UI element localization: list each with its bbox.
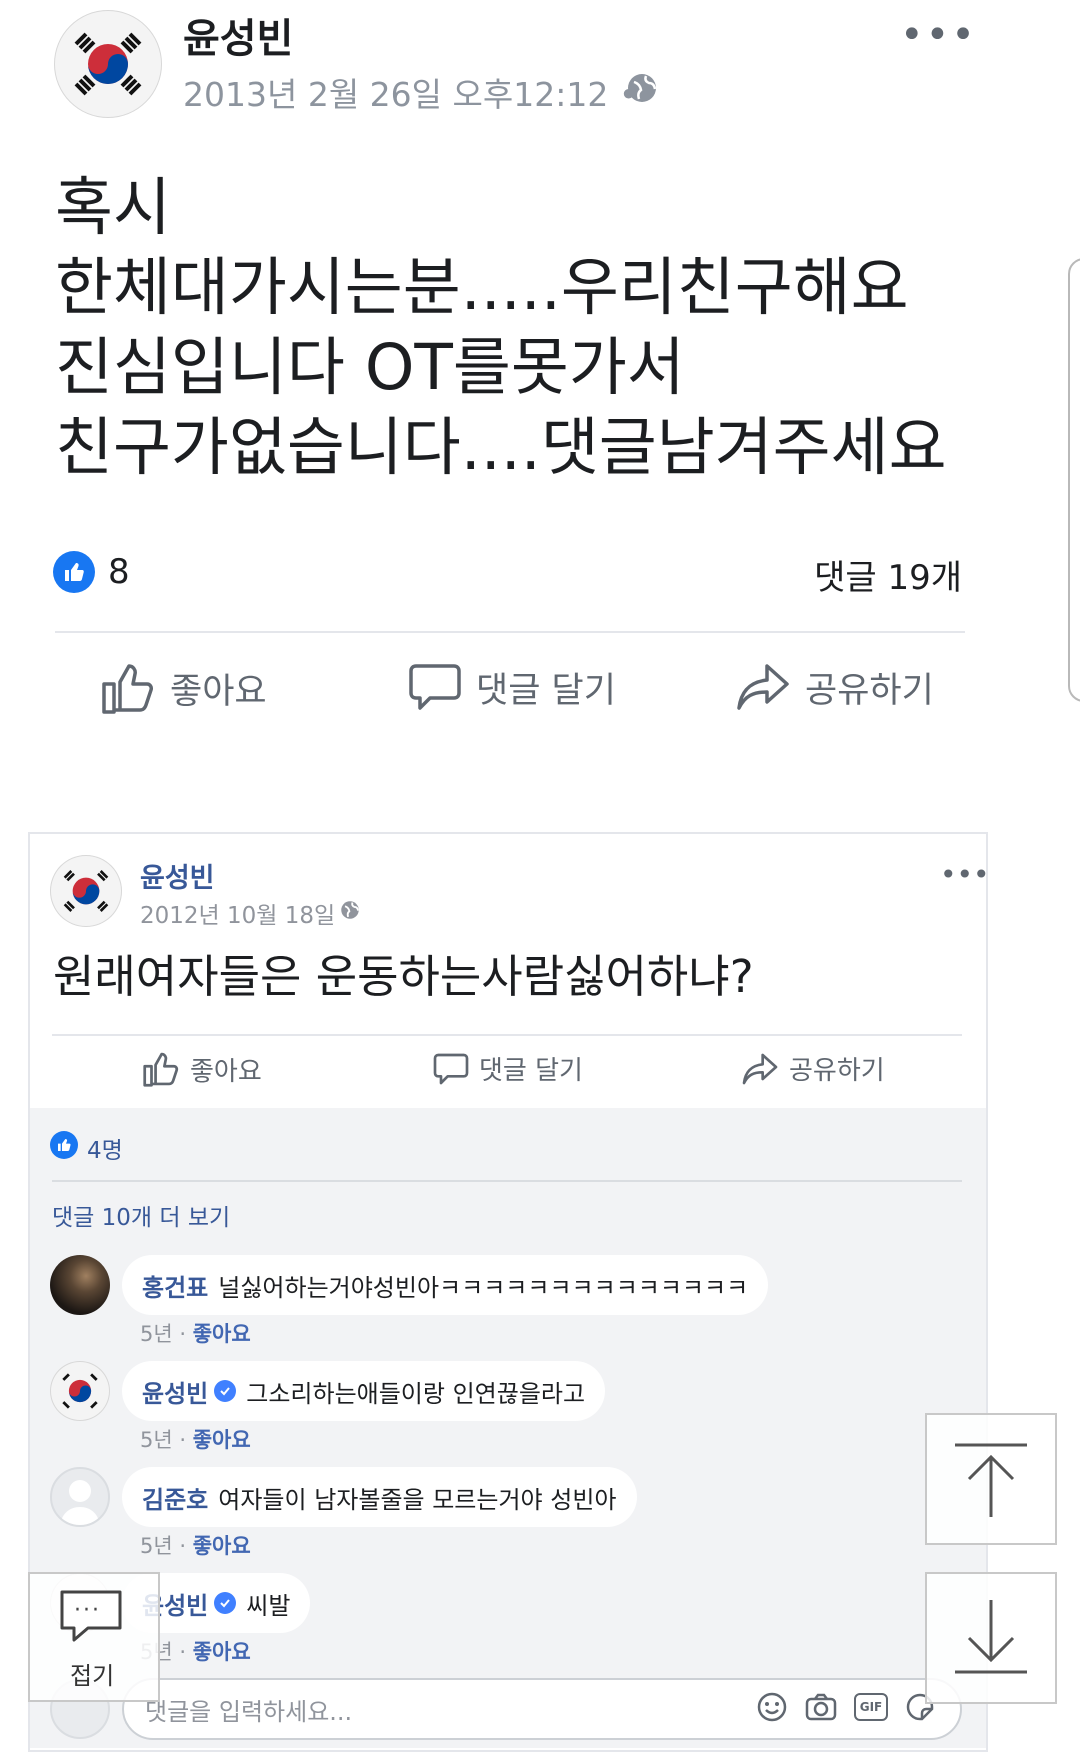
divider — [52, 1180, 962, 1182]
default-avatar-icon[interactable] — [50, 1467, 110, 1527]
korea-flag-icon — [62, 1373, 98, 1409]
comment-label: 댓글 달기 — [476, 670, 616, 711]
view-more-comments-link[interactable]: 댓글 10개 더 보기 — [52, 1198, 230, 1232]
comment-input-placeholder: 댓글을 입력하세요... — [145, 1698, 353, 1726]
divider — [52, 1034, 962, 1036]
like-label: 좋아요 — [170, 671, 267, 712]
comment-input-toolbar: GIF — [756, 1691, 936, 1723]
verified-badge-icon — [214, 1380, 237, 1402]
author-avatar[interactable] — [50, 855, 122, 927]
comment-bubble: 홍건표 널싫어하는거야성빈아ㅋㅋㅋㅋㅋㅋㅋㅋㅋㅋㅋㅋㅋㅋ — [122, 1255, 769, 1315]
comment-button[interactable]: 댓글 달기 — [408, 660, 616, 714]
like-count[interactable]: 8 — [108, 552, 130, 592]
gif-icon[interactable]: GIF — [854, 1693, 888, 1721]
comment-like-link[interactable]: 좋아요 — [193, 1534, 251, 1558]
like-reaction-icon[interactable] — [50, 1131, 78, 1159]
verified-badge-icon — [214, 1592, 237, 1614]
chat-dots: ··· — [74, 1598, 101, 1623]
comment-meta: 5년 · 좋아요 — [140, 1424, 251, 1454]
share-button[interactable]: 공유하기 — [741, 1050, 885, 1087]
comment-time: 5년 · — [140, 1428, 193, 1452]
camera-icon[interactable] — [804, 1691, 838, 1723]
globe-icon — [340, 900, 360, 924]
post-body: 혹시 한체대가시는분.....우리친구해요 진심입니다 OT를못가서 친구가없습… — [55, 171, 947, 484]
speech-bubble-icon — [433, 1053, 469, 1084]
share-arrow-icon — [737, 664, 789, 710]
thumbs-up-icon — [143, 1052, 179, 1087]
comment-count[interactable]: 댓글 19개 — [814, 550, 962, 599]
post-body: 원래여자들은 운동하는사람싫어하냐? — [53, 950, 754, 1003]
comment-author[interactable]: 홍건표 — [142, 1268, 208, 1303]
share-label: 공유하기 — [805, 670, 934, 711]
scroll-bottom-button[interactable] — [925, 1572, 1057, 1704]
author-name[interactable]: 윤성빈 — [140, 856, 215, 895]
commenter-avatar[interactable] — [50, 1255, 110, 1315]
thumbs-up-icon — [102, 664, 153, 714]
share-button[interactable]: 공유하기 — [735, 660, 934, 714]
comment-meta: 5년 · 좋아요 — [140, 1318, 251, 1348]
share-arrow-icon — [742, 1053, 778, 1084]
scroll-top-button[interactable] — [925, 1413, 1057, 1545]
like-label: 좋아요 — [190, 1056, 262, 1087]
comment-bubble: 김준호 여자들이 남자볼줄을 모르는거야 성빈아 — [122, 1467, 637, 1527]
fold-label: 접기 — [70, 1662, 115, 1690]
comment-like-link[interactable]: 좋아요 — [193, 1640, 251, 1664]
smile-icon[interactable] — [756, 1691, 788, 1723]
arrow-down-to-bottom-icon — [955, 1600, 1027, 1674]
like-count[interactable]: 4명 — [87, 1131, 123, 1165]
comment-text: 여자들이 남자볼줄을 모르는거야 성빈아 — [218, 1485, 617, 1514]
comment-button[interactable]: 댓글 달기 — [433, 1050, 583, 1087]
post-timestamp[interactable]: 2013년 2월 26일 오후12:12 • — [183, 68, 638, 116]
korea-flag-icon — [63, 870, 109, 912]
korea-flag-icon — [74, 32, 142, 96]
more-options-button[interactable]: ••• — [940, 858, 990, 891]
arrow-up-to-top-icon — [955, 1443, 1027, 1517]
more-options-button[interactable]: ••• — [900, 12, 977, 58]
author-avatar[interactable] — [54, 10, 162, 118]
comment-meta: 5년 · 좋아요 — [140, 1530, 251, 1560]
comment-text: 널싫어하는거야성빈아ㅋㅋㅋㅋㅋㅋㅋㅋㅋㅋㅋㅋㅋㅋ — [218, 1273, 749, 1302]
comment-time: 5년 · — [140, 1322, 193, 1346]
like-reaction-icon[interactable] — [53, 551, 95, 593]
author-name[interactable]: 윤성빈 — [183, 6, 293, 64]
comment-bubble: 윤성빈 그소리하는애들이랑 인연끊을라고 — [122, 1361, 606, 1421]
comment-text: 그소리하는애들이랑 인연끊을라고 — [246, 1379, 586, 1408]
comment-label: 댓글 달기 — [479, 1056, 583, 1086]
like-button[interactable]: 좋아요 — [142, 1050, 262, 1088]
comment-text: 씨발 — [246, 1591, 291, 1620]
speech-bubble-icon — [409, 664, 461, 710]
comment-time: 5년 · — [140, 1534, 193, 1558]
comment-author[interactable]: 윤성빈 — [142, 1374, 208, 1409]
commenter-avatar[interactable] — [50, 1361, 110, 1421]
share-label: 공유하기 — [789, 1056, 885, 1086]
comment-author[interactable]: 김준호 — [142, 1480, 208, 1515]
edge-panel-handle[interactable] — [1068, 258, 1080, 702]
divider — [55, 631, 965, 633]
post-timestamp[interactable]: 2012년 10월 18일 · — [140, 896, 350, 930]
comment-like-link[interactable]: 좋아요 — [193, 1428, 251, 1452]
like-button[interactable]: 좋아요 — [100, 660, 267, 716]
globe-icon — [626, 72, 658, 108]
comment-like-link[interactable]: 좋아요 — [193, 1322, 251, 1346]
